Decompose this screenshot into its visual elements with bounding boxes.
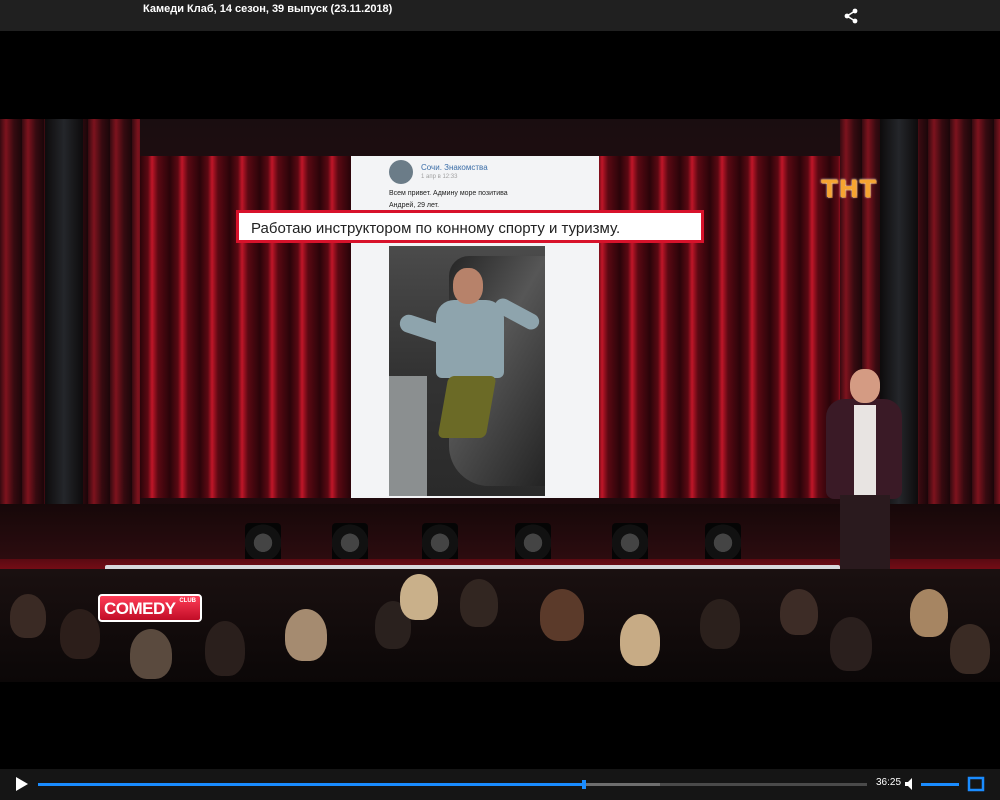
audience-member (910, 589, 948, 637)
audience-member (620, 614, 660, 666)
channel-logo: ТНТ (806, 174, 892, 204)
host-head (850, 369, 880, 403)
ground-image (389, 376, 427, 496)
played-bar (38, 783, 585, 786)
audience-member (285, 609, 327, 661)
player-controls: 36:25 (0, 769, 1000, 800)
audience-member (460, 579, 498, 627)
video-title: Камеди Клаб, 14 сезон, 39 выпуск (23.11.… (143, 3, 393, 15)
audience-member (950, 624, 990, 674)
audience-member (540, 589, 584, 641)
audience-member (700, 599, 740, 649)
show-logo-sub: CLUB (179, 598, 196, 604)
fullscreen-icon[interactable] (967, 776, 985, 792)
person-head (453, 268, 483, 304)
post-time: 1 апр в 12:33 (421, 174, 458, 180)
audience-member (830, 617, 872, 671)
audience-member (130, 629, 172, 679)
share-icon[interactable] (843, 8, 859, 24)
post-text-name: Андрей, 29 лет. (389, 202, 440, 209)
caption-text: Работаю инструктором по конному спорту и… (251, 220, 621, 237)
caption-box: Работаю инструктором по конному спорту и… (236, 210, 704, 243)
post-author: Сочи. Знакомства (421, 163, 488, 172)
video-frame[interactable]: Сочи. Знакомства 1 апр в 12:33 Всем прив… (0, 119, 1000, 682)
progress-handle[interactable] (582, 780, 587, 789)
person-body (436, 300, 504, 378)
progress-bar[interactable] (38, 780, 867, 789)
top-bar: Камеди Клаб, 14 сезон, 39 выпуск (23.11.… (0, 0, 1000, 31)
audience-member (60, 609, 100, 659)
audience-member (205, 621, 245, 676)
audience-member (10, 594, 46, 638)
play-icon[interactable] (14, 776, 30, 792)
host-performer (812, 369, 932, 589)
current-time: 36:25 (876, 777, 902, 788)
volume-level (921, 783, 959, 786)
post-avatar (389, 160, 413, 184)
post-text: Всем привет. Админу море позитива (389, 190, 508, 197)
host-shirt (854, 405, 876, 495)
volume-icon[interactable] (904, 777, 918, 791)
audience-member (780, 589, 818, 635)
volume-slider[interactable] (921, 783, 959, 786)
audience (0, 569, 1000, 682)
show-logo: COMEDY CLUB (98, 594, 202, 622)
social-post-screenshot: Сочи. Знакомства 1 апр в 12:33 Всем прив… (351, 156, 599, 498)
show-logo-text: COMEDY (104, 599, 176, 618)
post-photo (389, 246, 545, 496)
channel-logo-text: ТНТ (821, 175, 877, 203)
audience-member (400, 574, 438, 620)
